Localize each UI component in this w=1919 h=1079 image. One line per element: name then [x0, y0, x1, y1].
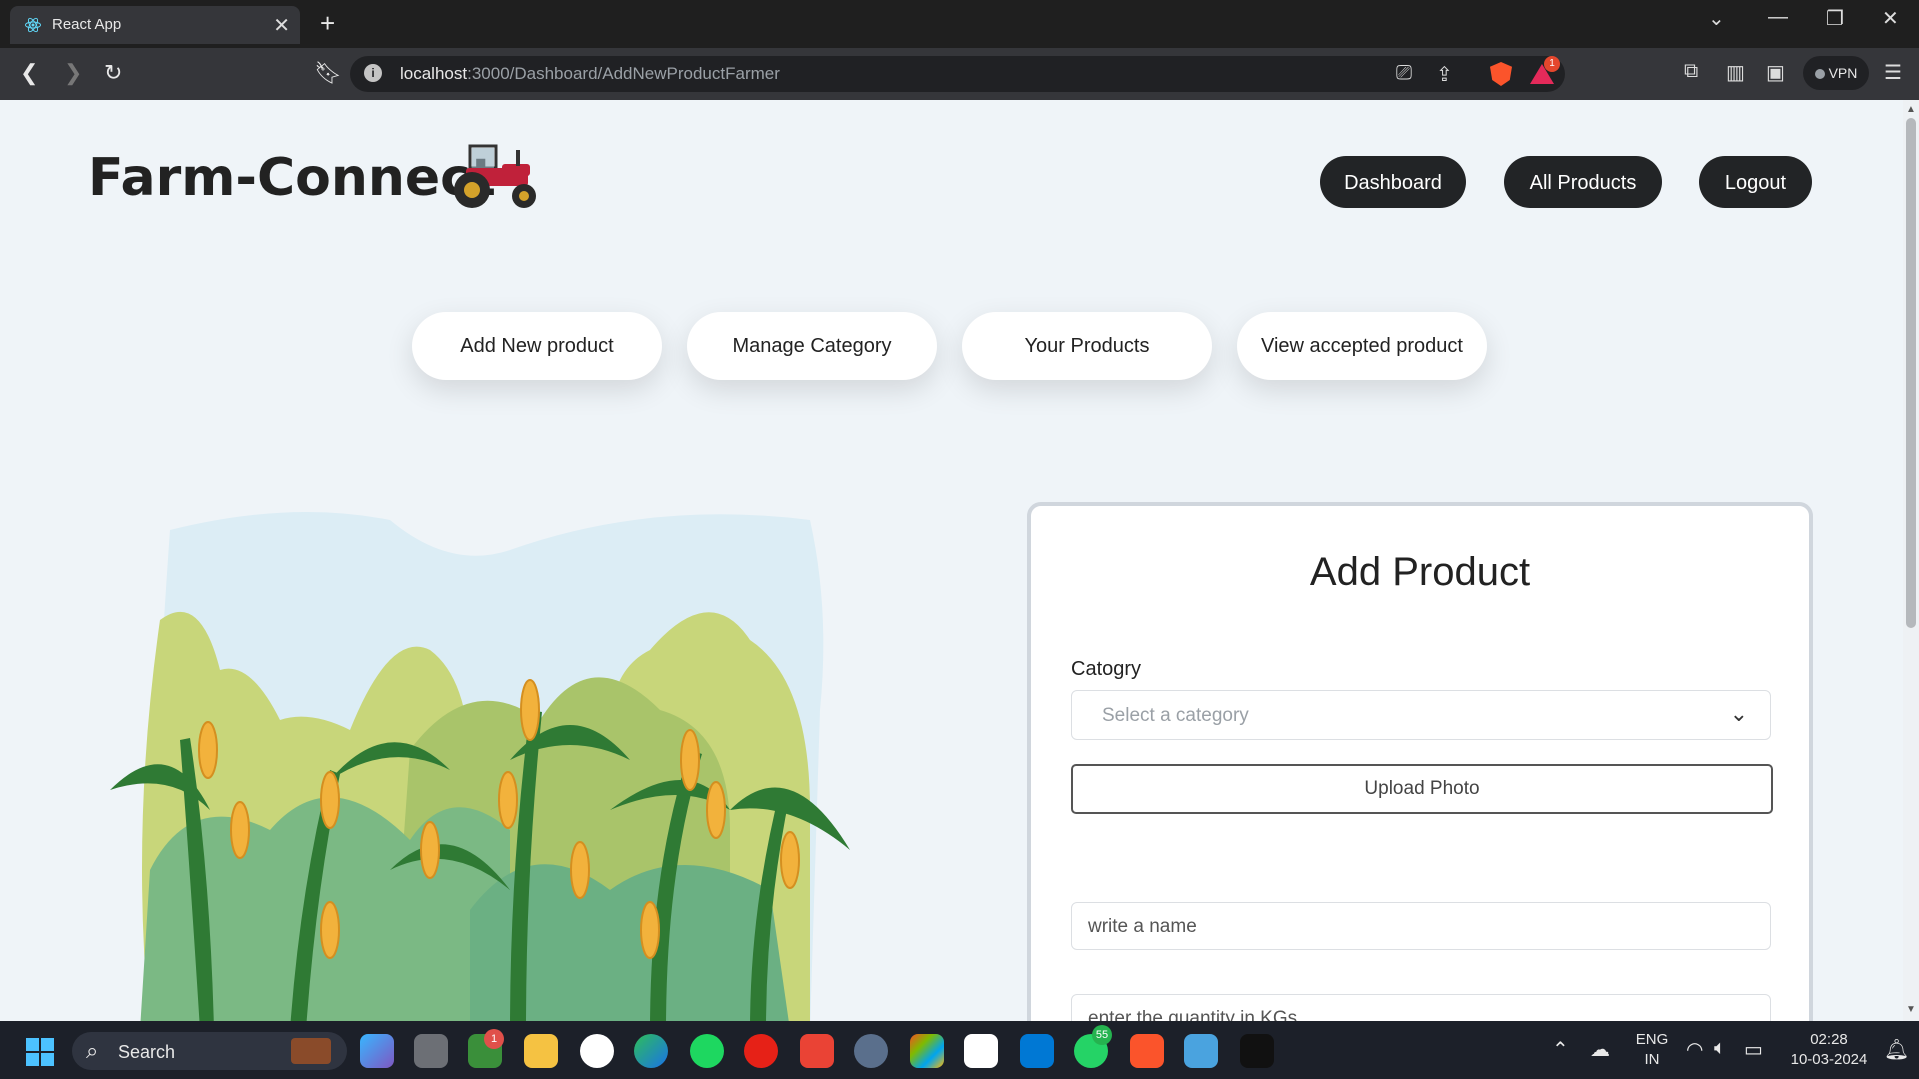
react-icon [25, 17, 41, 33]
url-path: :3000/Dashboard/AddNewProductFarmer [467, 64, 780, 83]
tab-title: React App [52, 16, 122, 33]
microsoft-store-icon[interactable] [910, 1034, 944, 1068]
file-explorer-icon[interactable] [524, 1034, 558, 1068]
app-notification-badge: 1 [484, 1029, 504, 1049]
quantity-input[interactable]: enter the quantity in KGs [1071, 994, 1771, 1021]
brave-taskbar-icon[interactable] [1130, 1034, 1164, 1068]
whatsapp-badge: 55 [1092, 1025, 1112, 1045]
site-info-icon[interactable]: i [364, 64, 382, 82]
onedrive-icon[interactable]: ☁ [1590, 1037, 1610, 1062]
copilot-icon[interactable] [360, 1034, 394, 1068]
volume-icon[interactable]: 🔈︎ [1714, 1037, 1726, 1060]
brand-title[interactable]: Farm-Connect [88, 148, 496, 208]
add-new-product-button[interactable]: Add New product [412, 312, 662, 380]
scrollbar-thumb[interactable] [1906, 118, 1916, 628]
category-select-value: Select a category [1102, 705, 1249, 726]
corn-field-illustration [110, 512, 850, 1021]
language-line2[interactable]: IN [1634, 1051, 1670, 1068]
tab-search-chevron-icon[interactable]: ⌄ [1708, 6, 1725, 31]
google-icon[interactable] [580, 1034, 614, 1068]
scroll-down-icon[interactable]: ▼ [1906, 1004, 1916, 1015]
scroll-up-icon[interactable]: ▲ [1906, 104, 1916, 115]
browser-tab-bar: React App ✕ + ⌄ — ❐ ✕ [0, 0, 1919, 48]
battery-icon[interactable]: ▭ [1744, 1037, 1763, 1062]
restore-icon[interactable]: ❐ [1826, 6, 1844, 31]
product-name-input[interactable]: write a name [1071, 902, 1771, 950]
brave-shields-icon[interactable] [1490, 62, 1512, 86]
sidebar-icon[interactable]: ▥ [1726, 60, 1745, 85]
edge-icon[interactable] [634, 1034, 668, 1068]
your-products-button[interactable]: Your Products [962, 312, 1212, 380]
category-label: Catogry [1071, 658, 1142, 680]
close-window-icon[interactable]: ✕ [1882, 6, 1899, 31]
search-icon: ⌕ [86, 1038, 99, 1063]
view-accepted-product-button[interactable]: View accepted product [1237, 312, 1487, 380]
gmail-icon[interactable] [800, 1034, 834, 1068]
forward-icon[interactable]: ❯ [64, 60, 82, 86]
notification-icon[interactable]: 🔔︎ [1884, 1037, 1909, 1062]
rewards-badge: 1 [1544, 56, 1560, 72]
close-tab-icon[interactable]: ✕ [273, 13, 290, 38]
taskbar-search[interactable]: ⌕ Search [72, 1032, 347, 1070]
spotify-icon[interactable] [690, 1034, 724, 1068]
cast-icon[interactable]: ⎚ [1396, 62, 1412, 85]
reload-icon[interactable]: ↻ [104, 60, 122, 86]
menu-icon[interactable]: ☰ [1884, 60, 1902, 85]
bookmark-icon[interactable]: 🔖︎ [314, 60, 342, 86]
wallet-icon[interactable]: ▣ [1766, 60, 1785, 85]
clock-date[interactable]: 10-03-2024 [1782, 1051, 1876, 1068]
wifi-icon[interactable]: ◠ [1686, 1037, 1703, 1062]
vpn-status-icon [1814, 69, 1825, 79]
notion-icon[interactable] [964, 1034, 998, 1068]
terminal-icon[interactable] [1240, 1034, 1274, 1068]
manage-category-button[interactable]: Manage Category [687, 312, 937, 380]
search-highlight-image [291, 1038, 331, 1064]
nav-dashboard-button[interactable]: Dashboard [1320, 156, 1466, 208]
vscode-icon[interactable] [1020, 1034, 1054, 1068]
vpn-label: VPN [1828, 65, 1858, 81]
add-product-form: Add Product Catogry Select a category ⌄ … [1027, 502, 1813, 1021]
upload-photo-button[interactable]: Upload Photo [1071, 764, 1773, 814]
tray-overflow-icon[interactable]: ⌃ [1552, 1037, 1569, 1062]
nav-all-products-button[interactable]: All Products [1504, 156, 1662, 208]
settings-icon[interactable] [854, 1034, 888, 1068]
chevron-down-icon: ⌄ [1729, 701, 1748, 726]
url-text[interactable]: localhost:3000/Dashboard/AddNewProductFa… [400, 64, 780, 84]
task-view-icon[interactable] [414, 1034, 448, 1068]
windows-start-icon[interactable] [26, 1038, 54, 1066]
share-icon[interactable]: ⇪ [1436, 62, 1453, 87]
url-host: localhost [400, 64, 468, 83]
clock-time[interactable]: 02:28 [1782, 1031, 1876, 1048]
browser-tab[interactable]: React App ✕ [10, 6, 300, 44]
tractor-icon [454, 144, 536, 208]
back-icon[interactable]: ❮ [20, 60, 38, 86]
youtube-music-icon[interactable] [744, 1034, 778, 1068]
notepad-icon[interactable] [1184, 1034, 1218, 1068]
form-title: Add Product [1309, 550, 1531, 594]
quantity-placeholder: enter the quantity in KGs [1088, 1008, 1298, 1021]
minimize-icon[interactable]: — [1768, 6, 1788, 29]
taskbar-search-label: Search [118, 1042, 176, 1062]
language-line1[interactable]: ENG [1634, 1031, 1670, 1048]
new-tab-button[interactable]: + [320, 8, 335, 39]
category-select[interactable]: Select a category ⌄ [1071, 690, 1771, 740]
page-content: Farm-Connect Dashboard All Products Logo… [0, 100, 1903, 1021]
extensions-icon[interactable]: ⧉ [1684, 60, 1698, 83]
windows-taskbar: ⌕ Search 1 55 ⌃ ☁ ENG IN ◠ 🔈︎ ▭ 02:28 10… [0, 1021, 1919, 1079]
vpn-button[interactable]: VPN [1803, 56, 1869, 90]
address-bar[interactable]: i localhost:3000/Dashboard/AddNewProduct… [350, 56, 1565, 92]
nav-logout-button[interactable]: Logout [1699, 156, 1812, 208]
page-scrollbar[interactable]: ▲ ▼ [1903, 100, 1919, 1021]
browser-toolbar: ❮ ❯ ↻ 🔖︎ i localhost:3000/Dashboard/AddN… [0, 48, 1919, 100]
product-name-placeholder: write a name [1088, 916, 1197, 937]
